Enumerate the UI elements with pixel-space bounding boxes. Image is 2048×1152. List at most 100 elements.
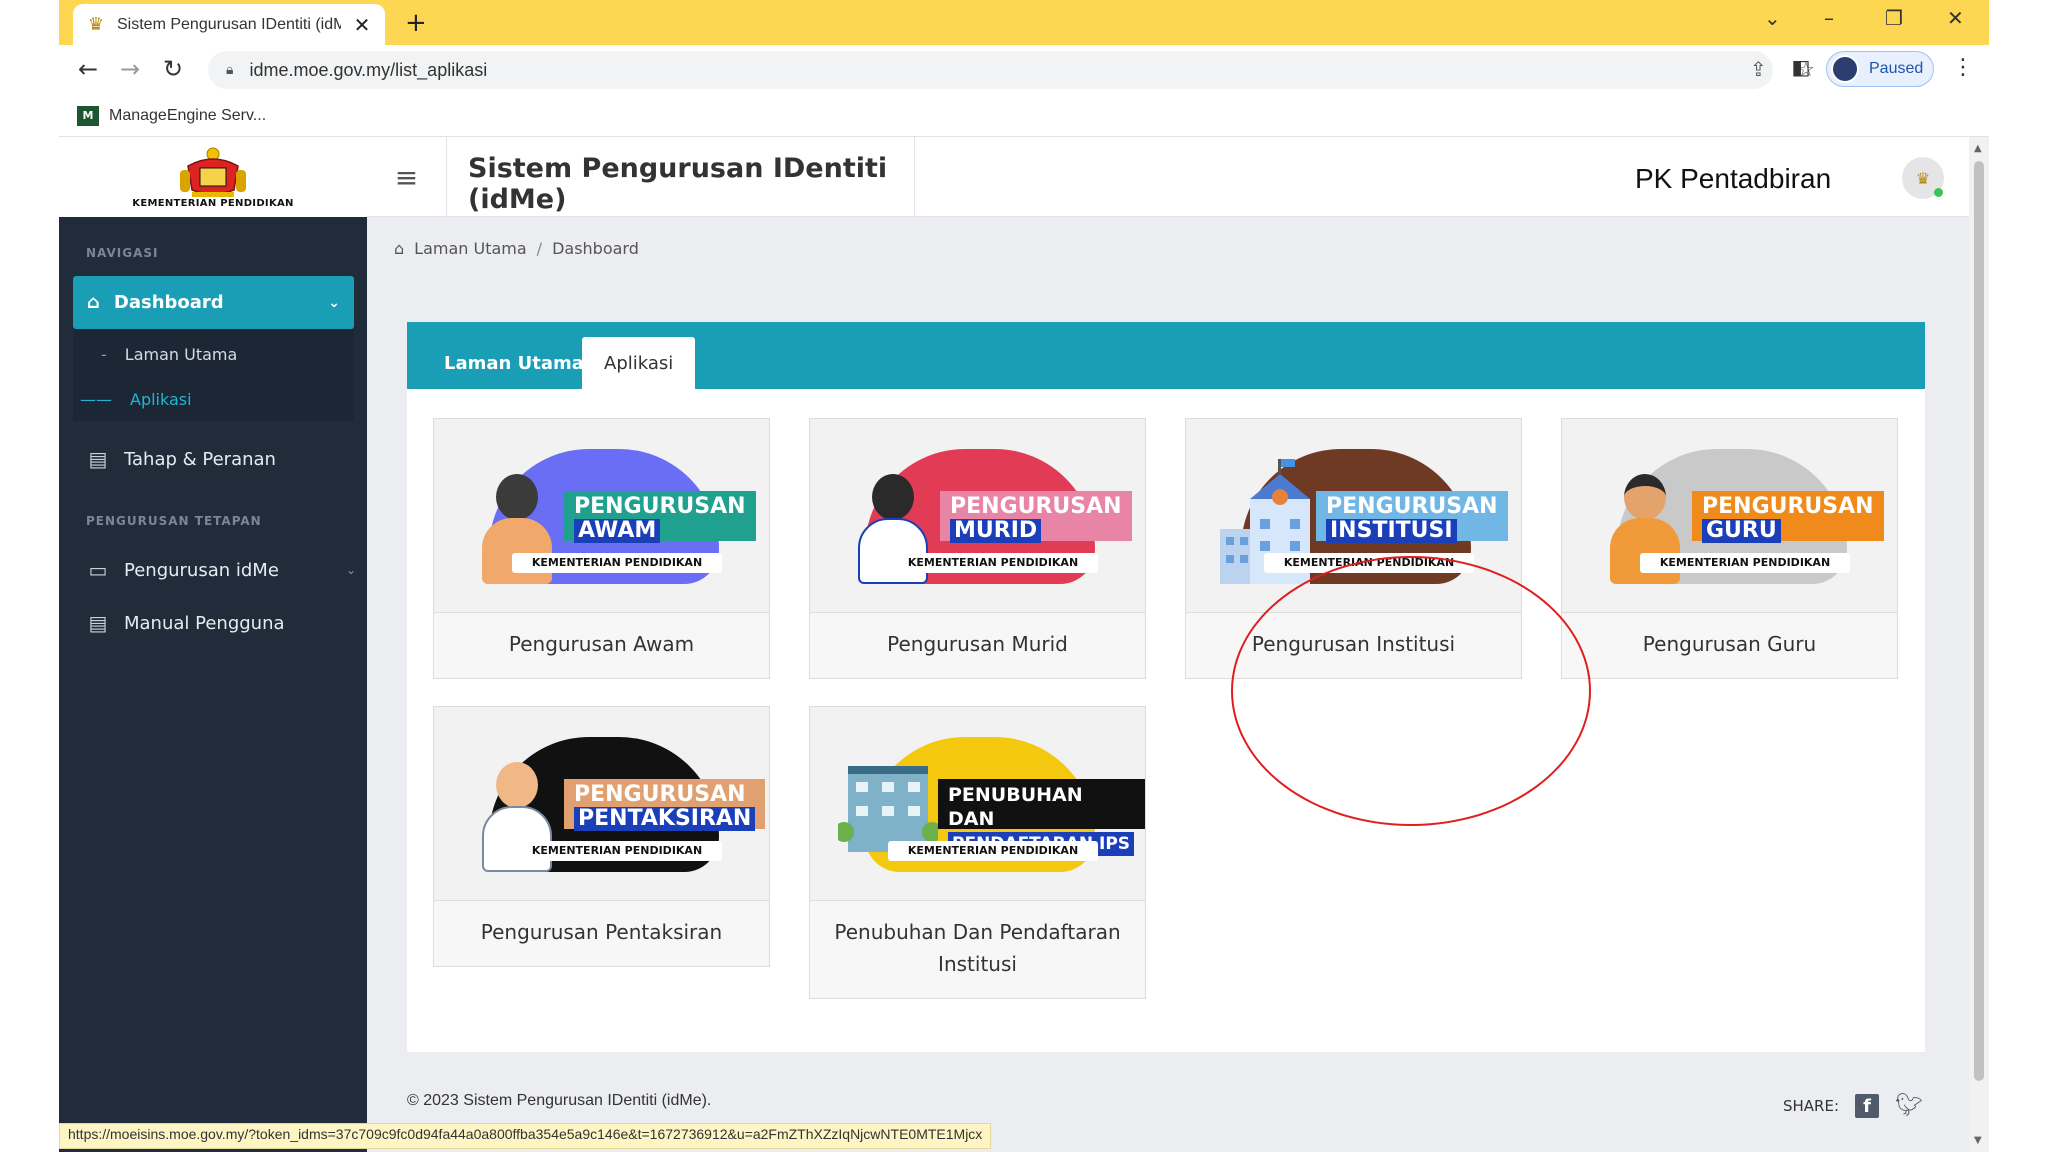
banner-line2: MURID xyxy=(950,519,1042,543)
address-bar[interactable]: 🔒︎ idme.moe.gov.my/list_aplikasi ⇪ ☆ xyxy=(208,51,1815,89)
banner-line1: PENGURUSAN xyxy=(950,494,1122,519)
ministry-label: KEMENTERIAN PENDIDIKAN xyxy=(512,553,722,573)
user-name[interactable]: PK Pentadbiran xyxy=(1635,163,1831,195)
sidebar-item-manual[interactable]: ▤ Manual Pengguna xyxy=(86,611,356,635)
app-banner: PENUBUHAN DANPENDAFTARAN IPS xyxy=(938,779,1145,856)
app-image-murid: PENGURUSAN MURID KEMENTERIAN PENDIDIKAN xyxy=(810,419,1145,613)
url-text: idme.moe.gov.my/list_aplikasi xyxy=(249,59,488,80)
more-menu-icon[interactable]: ⋮ xyxy=(1952,55,1974,80)
coat-of-arms-icon xyxy=(178,146,248,198)
browser-toolbar: ← → ↻ 🔒︎ idme.moe.gov.my/list_aplikasi ⇪… xyxy=(59,45,1989,95)
forward-icon[interactable]: → xyxy=(114,55,146,83)
ministry-label: KEMENTERIAN PENDIDIKAN xyxy=(888,553,1098,573)
school-illustration xyxy=(838,766,938,852)
app-label: Pengurusan Murid xyxy=(887,632,1068,656)
sidebar-item-label: Laman Utama xyxy=(124,345,238,364)
sidebar-item-label: Manual Pengguna xyxy=(124,612,285,634)
app-tile-pentaksiran[interactable]: PENGURUSAN PENTAKSIRAN KEMENTERIAN PENDID… xyxy=(433,706,770,967)
banner-line2: GURU xyxy=(1702,519,1781,543)
sidebar-item-laman-utama[interactable]: - Laman Utama xyxy=(101,345,237,364)
sidebar-item-dashboard[interactable]: ⌂ Dashboard ⌄ xyxy=(73,276,354,329)
tab-title: Sistem Pengurusan IDentiti (idMe) xyxy=(117,15,341,33)
tab-aplikasi[interactable]: Aplikasi xyxy=(582,337,696,389)
profile-button[interactable]: Paused xyxy=(1826,51,1934,87)
browser-window: ♛ Sistem Pengurusan IDentiti (idMe) ✕ + … xyxy=(59,0,1989,1152)
avatar xyxy=(1831,55,1859,83)
tab-search-icon[interactable]: ⌄ xyxy=(1764,6,1781,30)
side-panel-icon[interactable]: ◧ xyxy=(1785,55,1817,79)
back-icon[interactable]: ← xyxy=(72,55,104,83)
scroll-up-icon[interactable]: ▲ xyxy=(1974,143,1982,154)
tab-strip: ♛ Sistem Pengurusan IDentiti (idMe) ✕ + … xyxy=(59,0,1989,45)
page-scrollbar[interactable]: ▲ ▼ xyxy=(1969,137,1989,1152)
breadcrumb-current: Dashboard xyxy=(552,239,639,258)
page-viewport: KEMENTERIAN PENDIDIKAN NAVIGASI ⌂ Dashbo… xyxy=(59,137,1969,1152)
close-tab-icon[interactable]: ✕ xyxy=(351,13,373,37)
app-label: Pengurusan Pentaksiran xyxy=(480,920,723,944)
scroll-down-icon[interactable]: ▼ xyxy=(1974,1135,1982,1146)
app-label: Pengurusan Awam xyxy=(508,632,695,656)
breadcrumb: ⌂ Laman Utama / Dashboard xyxy=(394,239,639,258)
dash-marker: - xyxy=(101,345,107,364)
ministry-label: KEMENTERIAN PENDIDIKAN xyxy=(888,841,1098,861)
manageengine-icon: M xyxy=(77,105,99,126)
app-image-awam: PENGURUSAN AWAM KEMENTERIAN PENDIDIKAN xyxy=(434,419,769,613)
facebook-icon[interactable]: f xyxy=(1855,1093,1880,1118)
app-tile-awam[interactable]: PENGURUSAN AWAM KEMENTERIAN PENDIDIKAN Pe… xyxy=(433,418,770,679)
breadcrumb-home[interactable]: Laman Utama xyxy=(414,239,527,258)
banner-line1: PENGURUSAN xyxy=(574,782,746,807)
user-avatar[interactable]: ♛ xyxy=(1902,157,1944,199)
app-tile-murid[interactable]: PENGURUSAN MURID KEMENTERIAN PENDIDIKAN P… xyxy=(809,418,1146,679)
twitter-icon[interactable]: 🐦︎ xyxy=(1895,1093,1923,1118)
breadcrumb-separator: / xyxy=(536,239,543,258)
online-status-dot xyxy=(1934,188,1943,197)
minimize-icon[interactable]: – xyxy=(1824,6,1834,30)
application-card: Laman Utama Aplikasi PENGURUSAN AWAM KEME… xyxy=(407,322,1925,1052)
app-image-pentaksiran: PENGURUSAN PENTAKSIRAN KEMENTERIAN PENDID… xyxy=(434,707,769,901)
dashboard-submenu: - Laman Utama —— Aplikasi xyxy=(73,329,354,421)
chevron-down-icon: ⌄ xyxy=(328,294,340,311)
browser-tab[interactable]: ♛ Sistem Pengurusan IDentiti (idMe) ✕ xyxy=(73,4,385,45)
status-url-bar: https://moeisins.moe.gov.my/?token_idms=… xyxy=(59,1123,992,1149)
new-tab-icon[interactable]: + xyxy=(405,8,427,38)
sidebar: KEMENTERIAN PENDIDIKAN NAVIGASI ⌂ Dashbo… xyxy=(59,137,367,1152)
app-tile-guru[interactable]: PENGURUSAN GURU KEMENTERIAN PENDIDIKAN Pe… xyxy=(1561,418,1898,679)
share-page-icon[interactable]: ⇪ xyxy=(1750,57,1767,81)
restore-icon[interactable]: ❐ xyxy=(1885,6,1903,30)
copyright-text: © 2023 Sistem Pengurusan IDentiti (idMe)… xyxy=(407,1092,712,1109)
sidebar-item-aplikasi[interactable]: —— Aplikasi xyxy=(80,390,192,409)
active-line-marker: —— xyxy=(80,390,112,409)
settings-section-label: PENGURUSAN TETAPAN xyxy=(86,514,262,528)
hamburger-icon[interactable]: ≡ xyxy=(367,137,447,217)
banner-line2: PENTAKSIRAN xyxy=(574,807,756,831)
document-icon: ▤ xyxy=(88,611,108,635)
crest-icon: ♛ xyxy=(87,13,105,35)
list-icon: ▤ xyxy=(88,447,108,471)
bookmarks-bar: M ManageEngine Serv... xyxy=(59,95,1989,137)
highlight-circle xyxy=(1231,556,1591,826)
sidebar-item-tahap[interactable]: ▤ Tahap & Peranan xyxy=(86,447,356,471)
app-label: Pengurusan Guru xyxy=(1642,632,1817,656)
sidebar-item-pengurusan-idme[interactable]: ▭ Pengurusan idMe ⌄ xyxy=(86,558,356,582)
close-window-icon[interactable]: ✕ xyxy=(1947,6,1964,30)
app-banner: PENGURUSAN INSTITUSI xyxy=(1316,491,1508,543)
app-tile-penubuhan[interactable]: PENUBUHAN DANPENDAFTARAN IPS KEMENTERIAN… xyxy=(809,706,1146,999)
share-bar: SHARE: f 🐦︎ xyxy=(1783,1093,1923,1118)
banner-line1: PENGURUSAN xyxy=(574,494,746,519)
page-title: Sistem Pengurusan IDentiti (idMe) xyxy=(447,137,915,217)
banner-line2: AWAM xyxy=(574,519,661,543)
reload-icon[interactable]: ↻ xyxy=(157,55,189,83)
lock-icon[interactable]: 🔒︎ xyxy=(226,62,233,78)
ministry-label: KEMENTERIAN PENDIDIKAN xyxy=(1640,553,1850,573)
nav-section-label: NAVIGASI xyxy=(86,246,159,260)
ministry-label: KEMENTERIAN PENDIDIKAN xyxy=(512,841,722,861)
tab-laman-utama[interactable]: Laman Utama xyxy=(422,337,606,389)
scroll-thumb[interactable] xyxy=(1974,161,1984,1081)
chevron-down-icon: ⌄ xyxy=(345,563,356,577)
sidebar-item-label: Dashboard xyxy=(113,292,224,313)
app-image-guru: PENGURUSAN GURU KEMENTERIAN PENDIDIKAN xyxy=(1562,419,1897,613)
ministry-logo[interactable]: KEMENTERIAN PENDIDIKAN xyxy=(59,137,367,217)
sidebar-item-label: Pengurusan idMe xyxy=(124,559,279,581)
bookmark-manageengine[interactable]: ManageEngine Serv... xyxy=(109,107,266,125)
logo-text: KEMENTERIAN PENDIDIKAN xyxy=(132,197,294,209)
